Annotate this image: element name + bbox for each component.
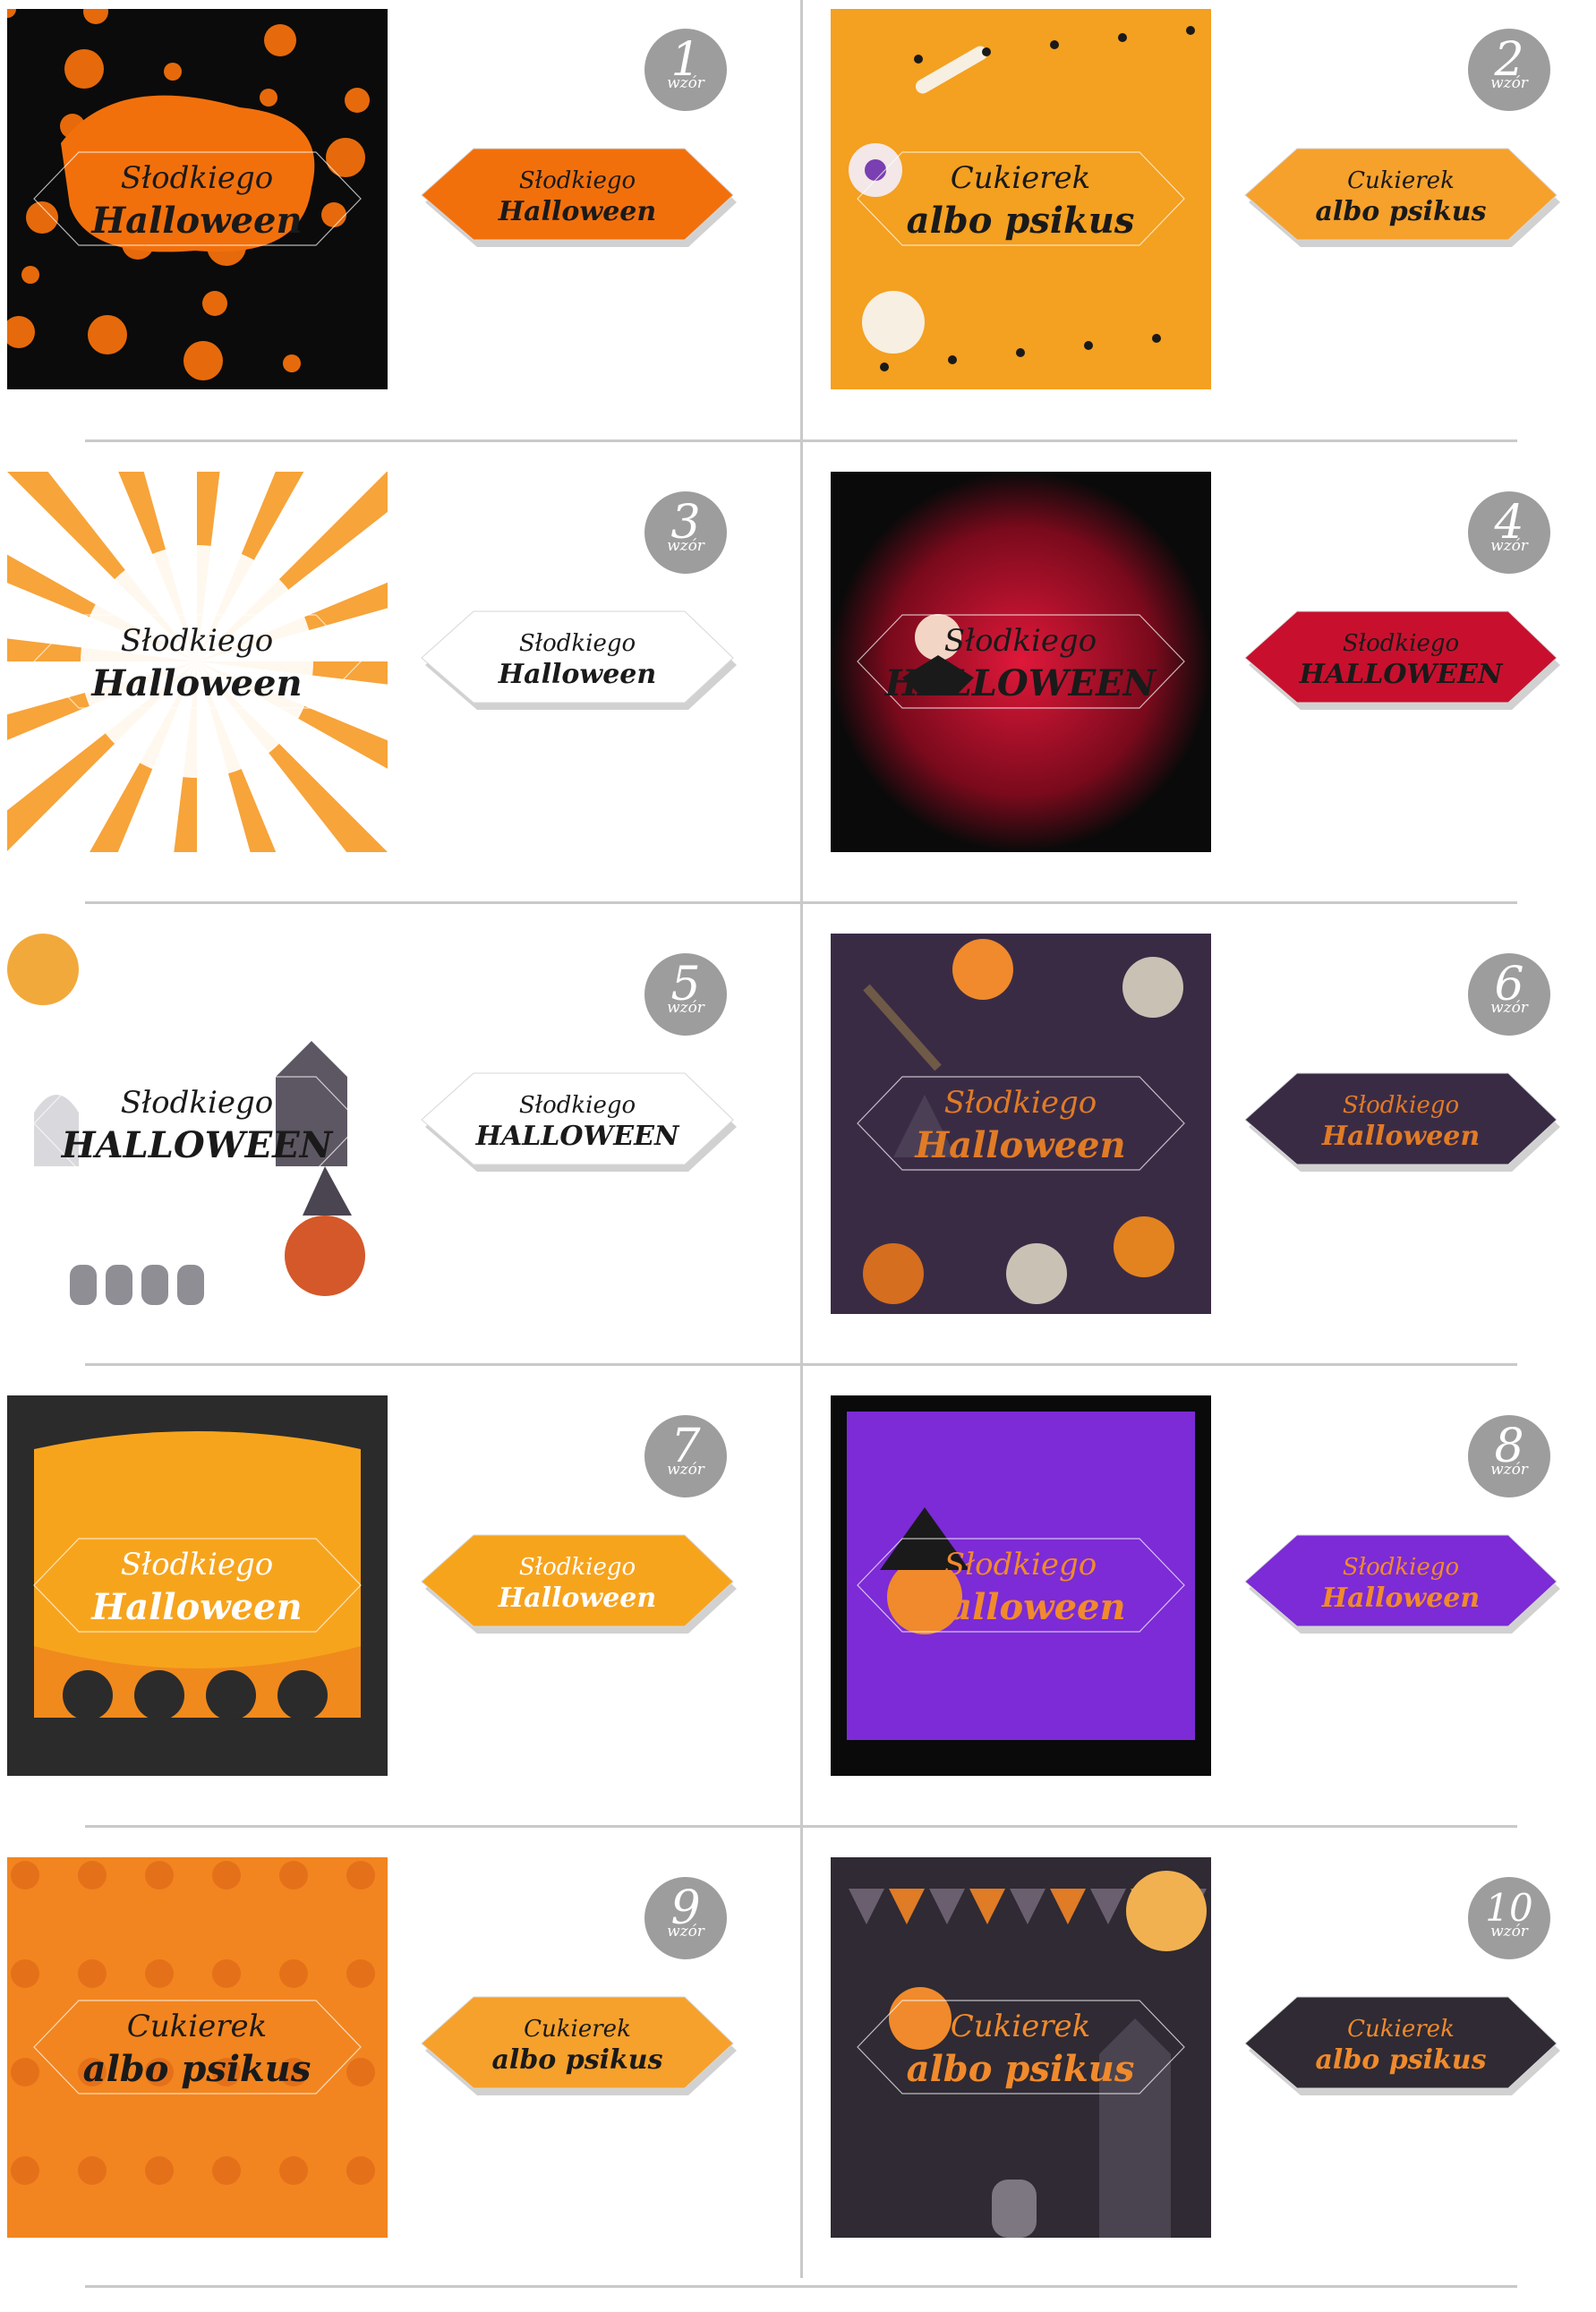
greeting-line1: Cukierek <box>951 160 1091 196</box>
design-label: wzór <box>1490 537 1528 555</box>
wrapper-line1: Słodkiego <box>519 630 636 657</box>
candy-wrapper-mockup: Cukierek albo psikus <box>1240 132 1562 258</box>
vertical-divider <box>800 0 803 2278</box>
design-label: wzór <box>667 74 704 92</box>
greeting-line2: Halloween <box>90 1586 302 1628</box>
candy-wrapper-mockup: Słodkiego Halloween <box>416 595 738 721</box>
label-preview-square: Słodkiego HALLOWEEN <box>7 934 388 1314</box>
greeting-line2: Halloween <box>90 200 302 242</box>
wrapper-line1: Cukierek <box>524 2016 631 2043</box>
design-label: wzór <box>667 1461 704 1479</box>
design-number-badge: 5 wzór <box>644 953 727 1036</box>
wrapper-line1: Słodkiego <box>1343 1554 1459 1581</box>
candy-wrapper-mockup: Słodkiego Halloween <box>1240 1057 1562 1182</box>
wrapper-line1: Cukierek <box>1347 2016 1455 2043</box>
candy-wrapper-mockup: Cukierek albo psikus <box>1240 1981 1562 2106</box>
wrapper-line1: Słodkiego <box>519 1092 636 1119</box>
greeting-line2: HALLOWEEN <box>61 1124 334 1166</box>
wrapper-line2: albo psikus <box>1315 2044 1486 2076</box>
greeting-line2: Halloween <box>914 1124 1125 1166</box>
design-number-badge: 10 wzór <box>1468 1877 1550 1959</box>
candy-wrapper-mockup: Słodkiego Halloween <box>1240 1519 1562 1644</box>
wrapper-line1: Słodkiego <box>1343 1092 1459 1119</box>
wrapper-line1: Cukierek <box>1347 167 1455 194</box>
design-card: Słodkiego Halloween Słodkiego Halloween 1 wzó… <box>0 0 797 464</box>
greeting-line2: HALLOWEEN <box>884 662 1157 704</box>
design-number-badge: 1 wzór <box>644 29 727 111</box>
design-number-badge: 4 wzór <box>1468 491 1550 574</box>
design-label: wzór <box>1490 1923 1528 1941</box>
wrapper-line2: Halloween <box>1321 1583 1480 1614</box>
greeting-line1: Słodkiego <box>944 1085 1097 1121</box>
wrapper-line2: Halloween <box>498 659 656 690</box>
wrapper-line1: Słodkiego <box>519 1554 636 1581</box>
candy-wrapper-mockup: Cukierek albo psikus <box>416 1981 738 2106</box>
wrapper-line2: Halloween <box>1321 1121 1480 1152</box>
design-label: wzór <box>1490 999 1528 1017</box>
candy-wrapper-mockup: Słodkiego Halloween <box>416 1519 738 1644</box>
greeting-line1: Słodkiego <box>121 1085 273 1121</box>
greeting-line2: albo psikus <box>907 200 1135 242</box>
design-number-badge: 2 wzór <box>1468 29 1550 111</box>
greeting-line1: Cukierek <box>951 2009 1091 2044</box>
design-card: Słodkiego Halloween Słodkiego Halloween 6 wzó… <box>824 925 1596 1388</box>
candy-wrapper-mockup: Słodkiego Halloween <box>416 132 738 258</box>
greeting-line2: albo psikus <box>83 2048 312 2090</box>
greeting-line2: albo psikus <box>907 2048 1135 2090</box>
design-number-badge: 9 wzór <box>644 1877 727 1959</box>
design-label: wzór <box>1490 1461 1528 1479</box>
design-card: Słodkiego Halloween Słodkiego Halloween 8 wzó… <box>824 1386 1596 1850</box>
candy-wrapper-mockup: Słodkiego HALLOWEEN <box>416 1057 738 1182</box>
greeting-line1: Słodkiego <box>944 1547 1097 1583</box>
label-preview-square: Cukierek albo psikus <box>831 9 1211 389</box>
wrapper-line1: Słodkiego <box>1343 630 1459 657</box>
greeting-line2: Halloween <box>90 662 302 704</box>
design-card: Słodkiego HALLOWEEN Słodkiego HALLOWEEN 4 wzó… <box>824 463 1596 926</box>
design-label: wzór <box>667 1923 704 1941</box>
wrapper-line1: Słodkiego <box>519 167 636 194</box>
design-label: wzór <box>667 999 704 1017</box>
greeting-line2: Halloween <box>914 1586 1125 1628</box>
wrapper-line2: HALLOWEEN <box>475 1121 680 1152</box>
greeting-line1: Słodkiego <box>121 623 273 659</box>
label-preview-square: Cukierek albo psikus <box>831 1857 1211 2238</box>
design-number-badge: 7 wzór <box>644 1415 727 1497</box>
greeting-line1: Słodkiego <box>121 160 273 196</box>
design-number-badge: 3 wzór <box>644 491 727 574</box>
greeting-line1: Cukierek <box>127 2009 268 2044</box>
design-card: Słodkiego HALLOWEEN Słodkiego HALLOWEEN 5 wzó… <box>0 925 797 1388</box>
design-label: wzór <box>667 537 704 555</box>
candy-wrapper-mockup: Słodkiego HALLOWEEN <box>1240 595 1562 721</box>
wrapper-line2: albo psikus <box>1315 196 1486 227</box>
label-preview-square: Słodkiego Halloween <box>831 934 1211 1314</box>
wrapper-line2: Halloween <box>498 1583 656 1614</box>
greeting-line1: Słodkiego <box>944 623 1097 659</box>
design-card: Cukierek albo psikus Cukierek albo psikus 2 w… <box>824 0 1596 464</box>
wrapper-line2: HALLOWEEN <box>1299 659 1504 690</box>
label-preview-square: Cukierek albo psikus <box>7 1857 388 2238</box>
wrapper-line2: Halloween <box>498 196 656 227</box>
label-preview-square: Słodkiego Halloween <box>7 1395 388 1776</box>
design-card: Słodkiego Halloween Słodkiego Halloween 3 wzó… <box>0 463 797 926</box>
wrapper-line2: albo psikus <box>491 2044 662 2076</box>
design-label: wzór <box>1490 74 1528 92</box>
label-preview-square: Słodkiego Halloween <box>7 472 388 852</box>
design-number-badge: 8 wzór <box>1468 1415 1550 1497</box>
label-preview-square: Słodkiego Halloween <box>7 9 388 389</box>
design-card: Cukierek albo psikus Cukierek albo psikus 10… <box>824 1848 1596 2312</box>
greeting-line1: Słodkiego <box>121 1547 273 1583</box>
design-card: Słodkiego Halloween Słodkiego Halloween 7 wzó… <box>0 1386 797 1850</box>
label-preview-square: Słodkiego HALLOWEEN <box>831 472 1211 852</box>
design-card: Cukierek albo psikus Cukierek albo psikus 9 w… <box>0 1848 797 2312</box>
label-preview-square: Słodkiego Halloween <box>831 1395 1211 1776</box>
design-number-badge: 6 wzór <box>1468 953 1550 1036</box>
